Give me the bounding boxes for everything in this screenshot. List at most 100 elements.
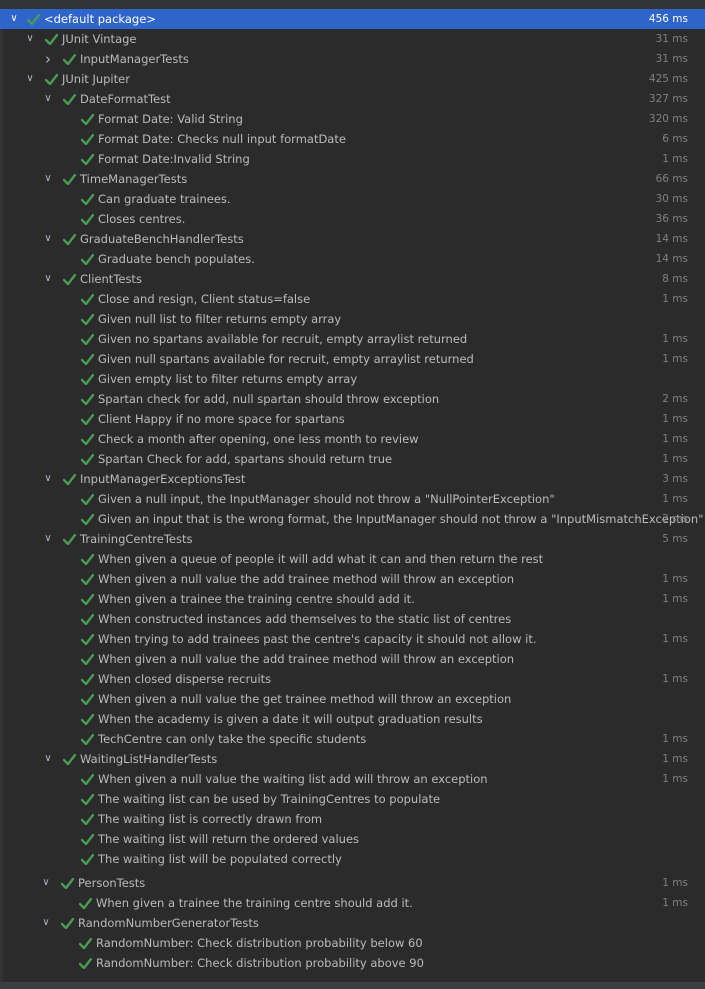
test-group-row[interactable]: ∨ TrainingCentreTests 5 ms [0,529,705,549]
chevron-down-icon[interactable]: ∨ [24,69,36,89]
test-row[interactable]: Close and resign, Client status=false 1 m… [0,289,705,309]
test-row[interactable]: RandomNumber: Check distribution probabi… [0,953,705,973]
test-group-row[interactable]: ∨ JUnit Jupiter 425 ms [0,69,705,89]
chevron-down-icon[interactable]: ∨ [40,913,52,933]
test-row[interactable]: RandomNumber: Check distribution probabi… [0,933,705,953]
test-row[interactable]: Can graduate trainees. 30 ms [0,189,705,209]
test-group-row[interactable]: ∨ RandomNumberGeneratorTests [0,913,705,933]
chevron-down-icon[interactable]: ∨ [42,529,54,549]
test-row[interactable]: Given no spartans available for recruit,… [0,329,705,349]
passed-check-icon [62,269,76,289]
test-row[interactable]: When closed disperse recruits 1 ms [0,669,705,689]
test-group-row[interactable]: ∨ GraduateBenchHandlerTests 14 ms [0,229,705,249]
chevron-down-icon[interactable]: ∨ [8,9,20,29]
test-duration: 31 ms [655,33,688,45]
test-row[interactable]: Given empty list to filter returns empty… [0,369,705,389]
chevron-down-icon[interactable]: ∨ [40,873,52,893]
test-row[interactable]: When constructed instances add themselve… [0,609,705,629]
passed-check-icon [80,789,94,809]
test-name: When given a trainee the training centre… [98,592,415,606]
passed-check-icon [80,569,94,589]
horizontal-scrollbar[interactable] [0,982,705,989]
test-group-row[interactable]: ∨ WaitingListHandlerTests 1 ms [0,749,705,769]
test-group-row[interactable]: ∨ DateFormatTest 327 ms [0,89,705,109]
passed-check-icon [80,409,94,429]
passed-check-icon [80,389,94,409]
passed-check-icon [80,629,94,649]
chevron-down-icon[interactable]: ∨ [42,89,54,109]
passed-check-icon [80,369,94,389]
test-row[interactable]: When given a trainee the training centre… [0,589,705,609]
test-name: ClientTests [80,272,142,286]
test-name: The waiting list is correctly drawn from [98,812,323,826]
test-name: InputManagerTests [80,52,189,66]
test-group-row[interactable]: › InputManagerTests 31 ms [0,49,705,69]
test-duration: 66 ms [655,173,688,185]
test-duration: 320 ms [648,113,688,125]
test-name: Can graduate trainees. [98,192,231,206]
test-row[interactable]: When given a queue of people it will add… [0,549,705,569]
test-group-row[interactable]: ∨ PersonTests 1 ms [0,873,705,893]
test-row[interactable]: Format Date: Valid String 320 ms [0,109,705,129]
passed-check-icon [62,49,76,69]
test-group-row[interactable]: ∨ <default package> 456 ms [0,9,705,29]
test-row[interactable]: The waiting list is correctly drawn from [0,809,705,829]
test-name: WaitingListHandlerTests [80,752,218,766]
test-group-row[interactable]: ∨ JUnit Vintage 31 ms [0,29,705,49]
chevron-down-icon[interactable]: ∨ [42,749,54,769]
test-row[interactable]: When given a null value the get trainee … [0,689,705,709]
test-row[interactable]: The waiting list can be used by Training… [0,789,705,809]
passed-check-icon [80,149,94,169]
test-duration: 30 ms [655,193,688,205]
test-group-row[interactable]: ∨ TimeManagerTests 66 ms [0,169,705,189]
chevron-down-icon[interactable]: ∨ [42,469,54,489]
test-group-row[interactable]: ∨ InputManagerExceptionsTest 3 ms [0,469,705,489]
test-row[interactable]: When the academy is given a date it will… [0,709,705,729]
test-row[interactable]: Check a month after opening, one less mo… [0,429,705,449]
test-row[interactable]: Format Date:Invalid String 1 ms [0,149,705,169]
test-duration: 1 ms [662,673,688,685]
test-row[interactable]: Given a null input, the InputManager sho… [0,489,705,509]
test-name: DateFormatTest [80,92,171,106]
test-results-tree: ∨ <default package> 456 ms ∨ JUnit Vintage 31… [0,0,705,869]
test-row[interactable]: When given a null value the add trainee … [0,649,705,669]
test-row[interactable]: The waiting list will be populated corre… [0,849,705,869]
test-row[interactable]: When given a null value the waiting list… [0,769,705,789]
test-row[interactable]: Closes centres. 36 ms [0,209,705,229]
test-row[interactable]: Spartan Check for add, spartans should r… [0,449,705,469]
chevron-down-icon[interactable]: ∨ [42,269,54,289]
test-duration: 36 ms [655,213,688,225]
test-name: PersonTests [78,876,146,890]
passed-check-icon [80,589,94,609]
test-row[interactable]: TechCentre can only take the specific st… [0,729,705,749]
passed-check-icon [62,469,76,489]
test-name: When constructed instances add themselve… [98,612,512,626]
test-name: RandomNumber: Check distribution probabi… [96,956,424,970]
chevron-down-icon[interactable]: ∨ [42,169,54,189]
chevron-right-icon[interactable]: › [42,49,54,69]
test-row[interactable]: Given null list to filter returns empty … [0,309,705,329]
test-row[interactable]: Graduate bench populates. 14 ms [0,249,705,269]
passed-check-icon [80,649,94,669]
passed-check-icon [80,189,94,209]
test-row[interactable]: Format Date: Checks null input formatDat… [0,129,705,149]
passed-check-icon [44,69,58,89]
chevron-down-icon[interactable]: ∨ [42,229,54,249]
test-row[interactable]: Spartan check for add, null spartan shou… [0,389,705,409]
test-row[interactable]: Given null spartans available for recrui… [0,349,705,369]
passed-check-icon [62,89,76,109]
test-name: TrainingCentreTests [80,532,193,546]
chevron-down-icon[interactable]: ∨ [24,29,36,49]
test-row[interactable]: Given an input that is the wrong format,… [0,509,705,529]
passed-check-icon [80,349,94,369]
test-group-row[interactable]: ∨ ClientTests 8 ms [0,269,705,289]
test-duration: 1 ms [662,733,688,745]
test-row[interactable]: When given a null value the add trainee … [0,569,705,589]
test-row[interactable]: Client Happy if no more space for sparta… [0,409,705,429]
test-row[interactable]: When trying to add trainees past the cen… [0,629,705,649]
test-name: Given empty list to filter returns empty… [98,372,358,386]
test-row[interactable]: When given a trainee the training centre… [0,893,705,913]
test-duration: 5 ms [662,533,688,545]
test-row[interactable]: The waiting list will return the ordered… [0,829,705,849]
test-name: TechCentre can only take the specific st… [98,732,367,746]
